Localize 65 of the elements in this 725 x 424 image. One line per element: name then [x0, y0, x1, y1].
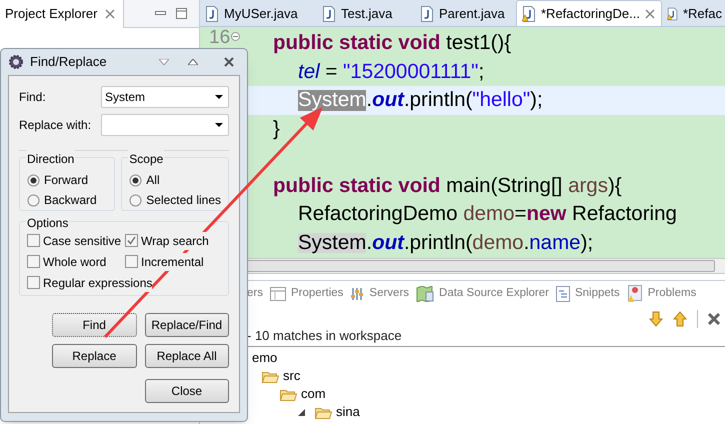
java-file-icon: [322, 6, 336, 22]
tree-item[interactable]: sina: [336, 402, 360, 422]
radio-button[interactable]: All: [129, 170, 221, 190]
editor-tab[interactable]: Parent.java: [415, 0, 516, 26]
java-file-icon: [522, 6, 536, 22]
remove-icon[interactable]: [708, 313, 720, 325]
replace-label: Replace with:: [19, 117, 92, 134]
folder-icon: [280, 388, 297, 400]
tree-item[interactable]: com: [301, 384, 326, 404]
dialog-button[interactable]: Replace: [52, 344, 136, 368]
view-tab[interactable]: ers: [247, 285, 263, 303]
view-tab[interactable]: Snippets: [556, 285, 620, 303]
checkbox[interactable]: Regular expressions: [27, 272, 221, 293]
collapse-icon[interactable]: [231, 32, 240, 41]
view-tab[interactable]: Servers: [350, 285, 410, 303]
view-tab[interactable]: Properties: [270, 285, 344, 303]
java-file-icon: [205, 6, 219, 22]
folder-icon: [315, 406, 332, 418]
radio-button[interactable]: Selected lines: [129, 190, 221, 210]
database-map-icon: [416, 286, 434, 302]
view-tab[interactable]: Data Source Explorer: [416, 285, 549, 303]
minimize-icon[interactable]: [155, 11, 166, 16]
dialog-button[interactable]: Find: [52, 313, 136, 337]
sliders-icon: [350, 287, 364, 301]
editor-tab[interactable]: Test.java: [317, 0, 415, 26]
caret-down-icon[interactable]: [159, 59, 169, 65]
radio-button[interactable]: Forward: [27, 170, 108, 190]
code-line: public static void main(String[] args){: [272, 176, 622, 196]
expanded-triangle-icon[interactable]: [298, 408, 305, 416]
tree-item[interactable]: emo: [252, 348, 278, 368]
editor-tab[interactable]: MyUSer.java: [200, 0, 317, 26]
code-line: tel = "15200001111";: [297, 62, 484, 82]
code-line: RefactoringDemo demo=new Refactoring: [297, 204, 677, 224]
close-icon[interactable]: [645, 9, 655, 19]
gear-icon: [8, 54, 24, 70]
warning-document-icon: [626, 285, 643, 303]
dropdown-icon[interactable]: [215, 123, 223, 127]
up-arrow-icon[interactable]: [673, 311, 687, 327]
table-icon: [270, 287, 286, 301]
folder-icon: [262, 370, 279, 382]
java-file-icon: [667, 6, 678, 22]
code-line: public static void test1(){: [272, 33, 512, 54]
find-label: Find:: [19, 89, 47, 106]
down-arrow-icon[interactable]: [649, 311, 663, 327]
close-icon[interactable]: [224, 57, 234, 67]
maximize-icon[interactable]: [176, 8, 187, 19]
dialog-title: Find/Replace: [30, 53, 107, 72]
editor-tab[interactable]: *Refac: [662, 0, 722, 26]
code-line: }: [272, 118, 280, 139]
tree-item[interactable]: src: [283, 366, 300, 386]
caret-up-icon[interactable]: [188, 59, 198, 65]
view-tab[interactable]: Project Explorer: [0, 0, 124, 28]
dropdown-icon[interactable]: [215, 95, 223, 99]
dialog-button[interactable]: Close: [144, 379, 229, 403]
close-icon[interactable]: [105, 8, 116, 18]
document-icon: [556, 286, 570, 302]
group-title: Scope: [128, 150, 164, 168]
dialog-button[interactable]: Replace All: [144, 344, 229, 368]
editor-tab[interactable]: *RefactoringDe...: [516, 0, 662, 26]
find-combobox[interactable]: System: [101, 86, 229, 108]
view-tab[interactable]: Problems: [626, 285, 696, 303]
radio-button[interactable]: Backward: [27, 190, 108, 210]
line-number: 16: [209, 28, 230, 47]
dialog-button[interactable]: Replace/Find: [144, 313, 229, 337]
java-file-icon: [420, 6, 434, 22]
